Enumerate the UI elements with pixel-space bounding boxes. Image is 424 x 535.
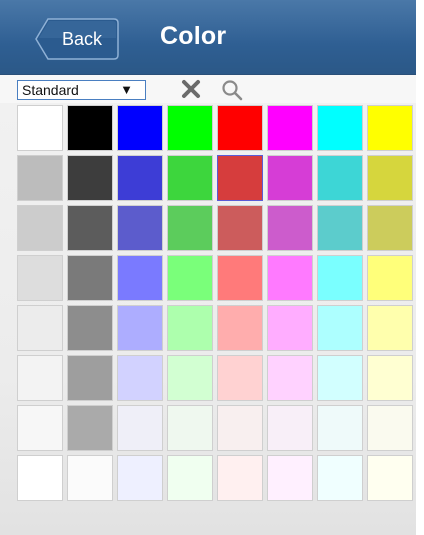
color-swatch[interactable] (317, 405, 363, 451)
color-swatch[interactable] (217, 205, 263, 251)
color-swatch[interactable] (267, 455, 313, 501)
color-swatch[interactable] (117, 155, 163, 201)
color-swatch[interactable] (117, 255, 163, 301)
color-swatch[interactable] (317, 455, 363, 501)
toolbar: Standard ▼ (0, 75, 416, 103)
color-swatch[interactable] (67, 255, 113, 301)
color-swatch[interactable] (117, 305, 163, 351)
color-swatch[interactable] (367, 105, 413, 151)
color-swatch[interactable] (217, 255, 263, 301)
color-swatch[interactable] (67, 305, 113, 351)
color-swatch[interactable] (167, 355, 213, 401)
color-swatch[interactable] (67, 455, 113, 501)
color-swatch[interactable] (267, 155, 313, 201)
color-swatch[interactable] (217, 455, 263, 501)
color-swatch[interactable] (317, 305, 363, 351)
color-swatch[interactable] (117, 205, 163, 251)
page-title: Color (160, 22, 227, 50)
color-swatch[interactable] (317, 155, 363, 201)
color-swatch[interactable] (217, 155, 263, 201)
color-swatch[interactable] (317, 255, 363, 301)
color-swatch[interactable] (167, 155, 213, 201)
right-edge (416, 0, 424, 535)
color-grid (17, 105, 413, 501)
color-swatch[interactable] (67, 405, 113, 451)
color-swatch[interactable] (367, 455, 413, 501)
color-swatch[interactable] (167, 205, 213, 251)
palette-select-value: Standard (22, 82, 79, 98)
back-button[interactable]: Back (34, 16, 120, 62)
color-swatch[interactable] (217, 305, 263, 351)
color-swatch[interactable] (317, 205, 363, 251)
color-swatch[interactable] (67, 205, 113, 251)
color-swatch[interactable] (367, 155, 413, 201)
color-swatch[interactable] (217, 355, 263, 401)
color-swatch[interactable] (217, 105, 263, 151)
color-swatch[interactable] (67, 355, 113, 401)
color-swatch[interactable] (67, 155, 113, 201)
back-button-label: Back (61, 28, 103, 49)
top-bar: Back Color (0, 0, 416, 75)
color-swatch[interactable] (117, 455, 163, 501)
color-swatch[interactable] (367, 205, 413, 251)
color-swatch[interactable] (17, 205, 63, 251)
color-swatch[interactable] (317, 105, 363, 151)
color-swatch[interactable] (117, 405, 163, 451)
color-swatch[interactable] (217, 405, 263, 451)
search-icon[interactable] (220, 78, 244, 102)
color-swatch[interactable] (167, 255, 213, 301)
color-swatch[interactable] (17, 105, 63, 151)
color-swatch[interactable] (267, 255, 313, 301)
color-swatch[interactable] (367, 355, 413, 401)
color-swatch[interactable] (267, 355, 313, 401)
color-swatch[interactable] (67, 105, 113, 151)
color-swatch[interactable] (167, 405, 213, 451)
color-swatch[interactable] (167, 455, 213, 501)
color-swatch[interactable] (167, 105, 213, 151)
color-swatch[interactable] (267, 205, 313, 251)
color-swatch[interactable] (267, 105, 313, 151)
color-swatch[interactable] (17, 255, 63, 301)
color-swatch[interactable] (167, 305, 213, 351)
color-swatch[interactable] (17, 405, 63, 451)
color-swatch[interactable] (17, 305, 63, 351)
dropdown-arrow-icon: ▼ (120, 82, 133, 97)
color-swatch[interactable] (117, 355, 163, 401)
color-swatch[interactable] (317, 355, 363, 401)
color-swatch[interactable] (17, 455, 63, 501)
color-swatch[interactable] (367, 305, 413, 351)
color-swatch[interactable] (367, 405, 413, 451)
color-swatch[interactable] (367, 255, 413, 301)
color-swatch[interactable] (117, 105, 163, 151)
x-icon[interactable] (180, 78, 202, 100)
color-swatch[interactable] (17, 355, 63, 401)
palette-select[interactable]: Standard ▼ (17, 80, 146, 100)
color-swatch[interactable] (267, 305, 313, 351)
color-swatch[interactable] (17, 155, 63, 201)
color-swatch[interactable] (267, 405, 313, 451)
